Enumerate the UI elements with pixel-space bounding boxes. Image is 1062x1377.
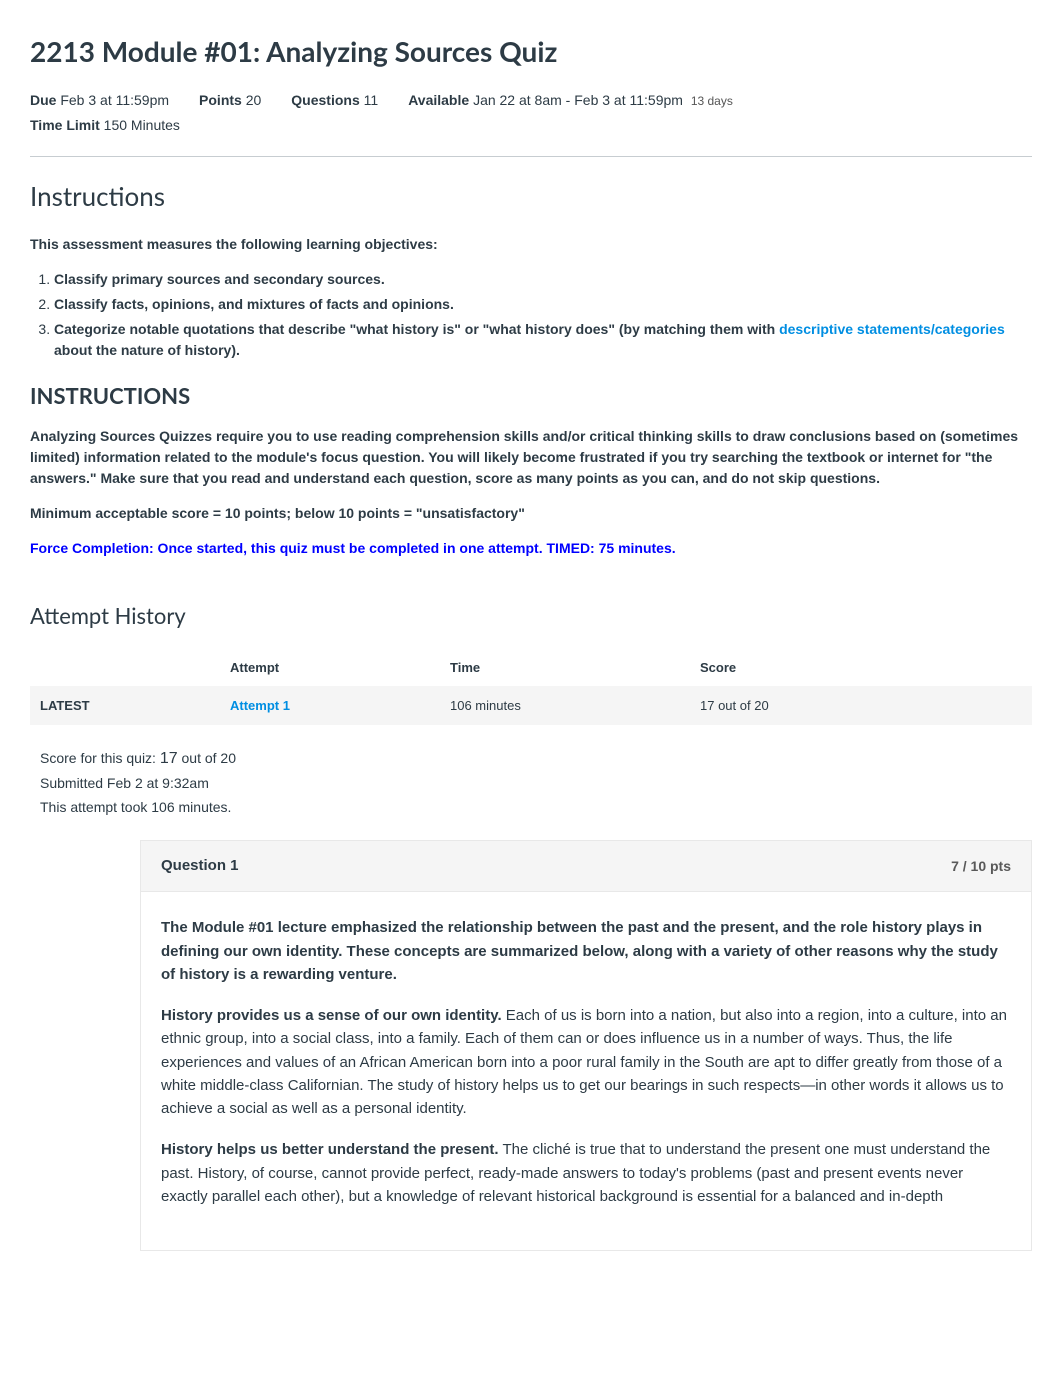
instructions-para-1b: Make sure that you read and understand e… <box>97 470 880 486</box>
meta-questions: Questions 11 <box>291 90 378 111</box>
summary-line-1c: out of 20 <box>178 750 236 766</box>
instructions-heading: Instructions <box>30 177 1032 216</box>
meta-points-value: 20 <box>246 92 262 108</box>
meta-available: Available Jan 22 at 8am - Feb 3 at 11:59… <box>408 90 733 111</box>
question-block-1: Question 1 7 / 10 pts The Module #01 lec… <box>140 840 1032 1251</box>
quiz-meta-row-1: Due Feb 3 at 11:59pm Points 20 Questions… <box>30 90 1032 111</box>
instructions-para-3: Force Completion: Once started, this qui… <box>30 538 1032 559</box>
question-header: Question 1 7 / 10 pts <box>141 841 1031 893</box>
meta-questions-value: 11 <box>364 92 379 108</box>
summary-line-2: Submitted Feb 2 at 9:32am <box>40 772 1032 796</box>
summary-score-value: 17 <box>160 750 178 767</box>
question-p3: History helps us better understand the p… <box>161 1138 1011 1208</box>
objectives-intro: This assessment measures the following l… <box>30 234 1032 255</box>
table-row: LATEST Attempt 1 106 minutes 17 out of 2… <box>30 686 1032 726</box>
attempt-history-table: Attempt Time Score LATEST Attempt 1 106 … <box>30 650 1032 725</box>
col-attempt: Attempt <box>220 650 440 686</box>
col-time: Time <box>440 650 690 686</box>
objectives-list: Classify primary sources and secondary s… <box>54 269 1032 361</box>
meta-available-value: Jan 22 at 8am - Feb 3 at 11:59pm <box>473 92 683 108</box>
meta-due-value: Feb 3 at 11:59pm <box>60 92 169 108</box>
objective-1-text: Classify primary sources and secondary s… <box>54 271 385 287</box>
page-title: 2213 Module #01: Analyzing Sources Quiz <box>30 30 1032 72</box>
descriptive-statements-link[interactable]: descriptive statements/categories <box>779 321 1005 337</box>
meta-timelimit-label: Time Limit <box>30 117 100 133</box>
summary-line-1: Score for this quiz: 17 out of 20 <box>40 745 1032 772</box>
instructions-sub-heading: INSTRUCTIONS <box>30 379 1032 412</box>
quiz-meta-row-2: Time Limit 150 Minutes <box>30 115 1032 136</box>
objective-2-text: Classify facts, opinions, and mixtures o… <box>54 296 454 312</box>
summary-line-1a: Score for this quiz: <box>40 750 160 766</box>
meta-available-label: Available <box>408 92 469 108</box>
objective-3-paren-b: about the nature of history). <box>54 342 240 358</box>
meta-timelimit-value: 150 Minutes <box>104 117 180 133</box>
question-p2: History provides us a sense of our own i… <box>161 1004 1011 1120</box>
meta-timelimit: Time Limit 150 Minutes <box>30 115 180 136</box>
meta-due: Due Feb 3 at 11:59pm <box>30 90 169 111</box>
attempt-1-link[interactable]: Attempt 1 <box>230 698 290 713</box>
col-blank <box>30 650 220 686</box>
objective-item-2: Classify facts, opinions, and mixtures o… <box>54 294 1032 315</box>
row-latest-tag: LATEST <box>30 686 220 726</box>
summary-line-3: This attempt took 106 minutes. <box>40 796 1032 820</box>
attempt-history-heading: Attempt History <box>30 599 1032 632</box>
question-title: Question 1 <box>161 855 239 878</box>
col-score: Score <box>690 650 1032 686</box>
objective-item-1: Classify primary sources and secondary s… <box>54 269 1032 290</box>
meta-points: Points 20 <box>199 90 261 111</box>
divider <box>30 156 1032 157</box>
meta-questions-label: Questions <box>291 92 359 108</box>
meta-points-label: Points <box>199 92 242 108</box>
score-summary: Score for this quiz: 17 out of 20 Submit… <box>40 745 1032 820</box>
objective-3-paren-a: (by matching them with <box>619 321 779 337</box>
objective-item-3: Categorize notable quotations that descr… <box>54 319 1032 361</box>
instructions-para-2: Minimum acceptable score = 10 points; be… <box>30 503 1032 524</box>
question-body: The Module #01 lecture emphasized the re… <box>141 892 1031 1250</box>
meta-available-extra: 13 days <box>691 94 733 108</box>
instructions-para-1: Analyzing Sources Quizzes require you to… <box>30 426 1032 489</box>
instructions-body: This assessment measures the following l… <box>30 234 1032 559</box>
question-p2-lead: History provides us a sense of our own i… <box>161 1007 502 1024</box>
objective-3-lead: Categorize notable quotations that descr… <box>54 321 619 337</box>
question-p1: The Module #01 lecture emphasized the re… <box>161 916 1011 986</box>
meta-due-label: Due <box>30 92 56 108</box>
row-score: 17 out of 20 <box>690 686 1032 726</box>
table-header-row: Attempt Time Score <box>30 650 1032 686</box>
question-p3-lead: History helps us better understand the p… <box>161 1141 499 1158</box>
question-points: 7 / 10 pts <box>951 856 1011 877</box>
row-time: 106 minutes <box>440 686 690 726</box>
